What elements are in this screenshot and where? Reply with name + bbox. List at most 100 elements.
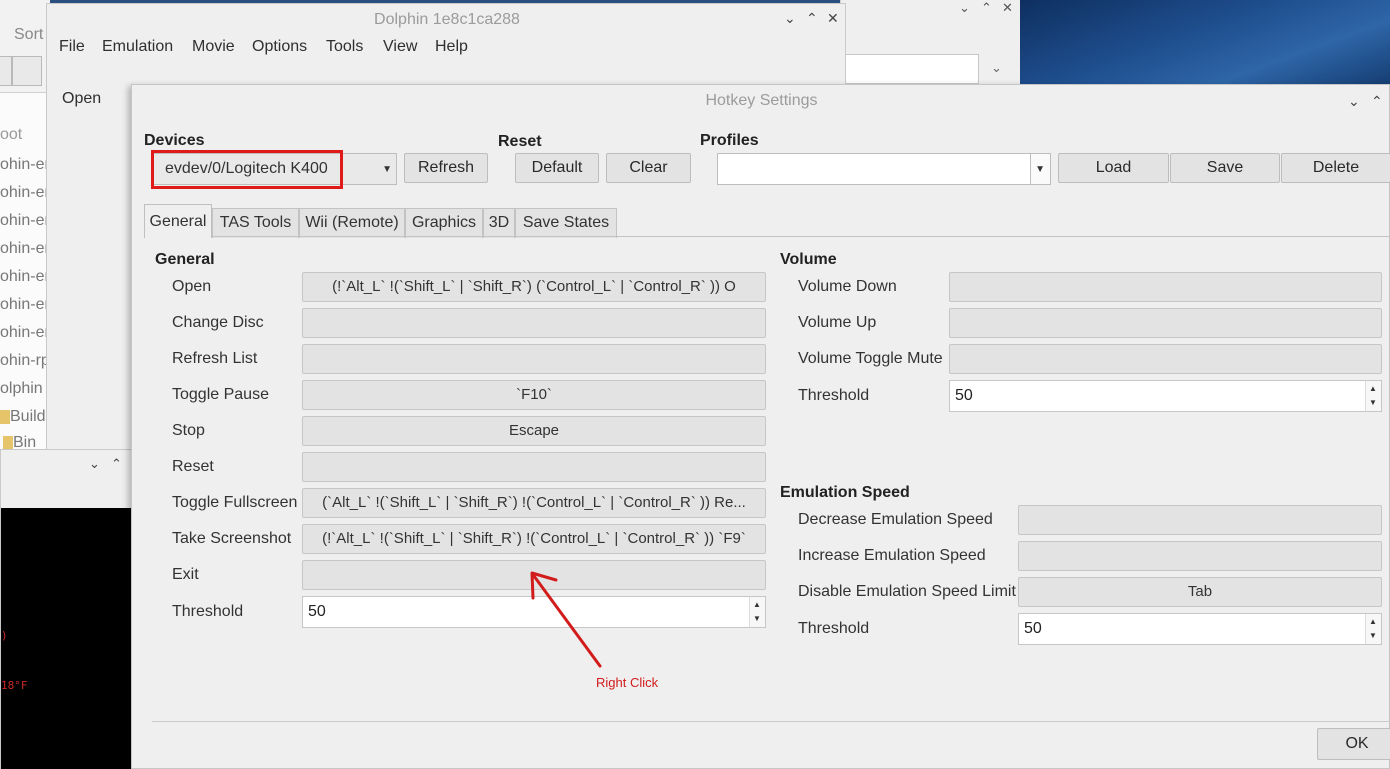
tab-save-states[interactable]: Save States bbox=[515, 208, 617, 238]
close-icon[interactable]: ✕ bbox=[827, 10, 839, 27]
spin-up-icon[interactable]: ▲ bbox=[1369, 384, 1377, 394]
sort-label[interactable]: Sort bbox=[14, 26, 43, 44]
chevron-down-icon[interactable]: ⌄ bbox=[1348, 93, 1360, 110]
annotation-arrow-icon bbox=[530, 571, 602, 668]
clear-button[interactable]: Clear bbox=[606, 153, 691, 183]
ok-button[interactable]: OK bbox=[1317, 728, 1390, 760]
chevron-down-icon[interactable]: ⌄ bbox=[991, 60, 1002, 76]
hotkey-label: Take Screenshot bbox=[172, 530, 292, 547]
hotkey-binding-button[interactable]: Escape bbox=[302, 416, 766, 446]
list-item[interactable]: olphin bbox=[0, 380, 43, 398]
back-window-combo[interactable] bbox=[841, 54, 979, 84]
hotkey-binding-button[interactable] bbox=[1018, 541, 1382, 571]
menu-emulation[interactable]: Emulation bbox=[102, 38, 173, 56]
threshold-spinbox[interactable]: 50 ▲ ▼ bbox=[949, 380, 1382, 412]
menu-movie[interactable]: Movie bbox=[192, 38, 235, 56]
chevron-up-icon[interactable]: ⌃ bbox=[981, 0, 992, 16]
tab-graphics[interactable]: Graphics bbox=[405, 208, 483, 238]
delete-button[interactable]: Delete bbox=[1281, 153, 1390, 183]
hotkey-binding-button[interactable] bbox=[302, 308, 766, 338]
load-button[interactable]: Load bbox=[1058, 153, 1169, 183]
hotkey-label: Change Disc bbox=[172, 314, 264, 331]
hotkey-label: Volume Down bbox=[798, 278, 897, 295]
list-item[interactable]: ohin-rp bbox=[0, 352, 50, 370]
threshold-value: 50 bbox=[955, 387, 973, 404]
chevron-up-icon[interactable]: ⌃ bbox=[806, 10, 818, 27]
save-button[interactable]: Save bbox=[1170, 153, 1280, 183]
file-manager-window: Sort oot ohin-em ohin-em ohin-em ohin-em… bbox=[0, 0, 58, 462]
spin-controls[interactable]: ▲ ▼ bbox=[1365, 614, 1381, 644]
spin-up-icon[interactable]: ▲ bbox=[753, 600, 761, 610]
spin-down-icon[interactable]: ▼ bbox=[753, 614, 761, 624]
spin-up-icon[interactable]: ▲ bbox=[1369, 617, 1377, 627]
hotkey-label: Disable Emulation Speed Limit bbox=[798, 583, 1016, 600]
annotation-text: Right Click bbox=[596, 675, 659, 690]
hotkey-binding-button[interactable] bbox=[302, 452, 766, 482]
tab-wii-remote[interactable]: Wii (Remote) bbox=[299, 208, 405, 238]
profile-dropdown-button[interactable]: ▼ bbox=[1030, 154, 1050, 184]
hotkey-binding-button[interactable]: Tab bbox=[1018, 577, 1382, 607]
tab-3d[interactable]: 3D bbox=[483, 208, 515, 238]
menu-tools[interactable]: Tools bbox=[326, 38, 363, 56]
list-view-icon[interactable] bbox=[12, 56, 42, 86]
hotkey-binding-button[interactable] bbox=[949, 272, 1382, 302]
dialog-title: Hotkey Settings bbox=[705, 92, 818, 109]
hotkey-label: Volume Up bbox=[798, 314, 877, 331]
terminal-window: ⌄ ⌃ ✕ ) 18°F bbox=[0, 449, 150, 769]
hotkey-binding-button[interactable] bbox=[1018, 505, 1382, 535]
profile-combo[interactable]: ▼ bbox=[717, 153, 1051, 185]
hotkey-binding-button[interactable]: (`Alt_L` !(`Shift_L` | `Shift_R`) !(`Con… bbox=[302, 488, 766, 518]
profiles-label: Profiles bbox=[700, 132, 759, 149]
close-icon[interactable]: ✕ bbox=[1002, 0, 1013, 16]
terminal-line: 18°F bbox=[1, 679, 28, 692]
chevron-down-icon[interactable]: ⌄ bbox=[784, 10, 796, 27]
menu-options[interactable]: Options bbox=[252, 38, 307, 56]
hotkey-label: Exit bbox=[172, 566, 199, 583]
default-button[interactable]: Default bbox=[515, 153, 599, 183]
hotkey-label: Increase Emulation Speed bbox=[798, 547, 986, 564]
threshold-value: 50 bbox=[1024, 620, 1042, 637]
spin-down-icon[interactable]: ▼ bbox=[1369, 631, 1377, 641]
hotkey-binding-button[interactable] bbox=[302, 344, 766, 374]
hotkey-binding-button[interactable] bbox=[949, 308, 1382, 338]
refresh-button[interactable]: Refresh bbox=[404, 153, 488, 183]
threshold-label: Threshold bbox=[798, 620, 870, 637]
threshold-value: 50 bbox=[308, 603, 326, 620]
view-button[interactable] bbox=[0, 56, 12, 86]
volume-group-title: Volume bbox=[780, 251, 837, 268]
hotkey-label: Decrease Emulation Speed bbox=[798, 511, 993, 528]
threshold-label: Threshold bbox=[172, 603, 244, 620]
menu-help[interactable]: Help bbox=[435, 38, 468, 56]
reset-label: Reset bbox=[498, 133, 542, 150]
hotkey-binding-button[interactable] bbox=[949, 344, 1382, 374]
hotkey-binding-button[interactable]: `F10` bbox=[302, 380, 766, 410]
window-title: Dolphin 1e8c1ca288 bbox=[374, 11, 520, 28]
hotkey-label: Toggle Fullscreen bbox=[172, 494, 298, 511]
chevron-down-icon[interactable]: ⌄ bbox=[959, 0, 970, 16]
spin-down-icon[interactable]: ▼ bbox=[1369, 398, 1377, 408]
hotkey-binding-button[interactable]: (!`Alt_L` !(`Shift_L` | `Shift_R`) (`Con… bbox=[302, 272, 766, 302]
open-button[interactable]: Open bbox=[62, 90, 101, 108]
spin-controls[interactable]: ▲ ▼ bbox=[749, 597, 765, 627]
column-header[interactable]: oot bbox=[0, 126, 22, 144]
hotkey-binding-button[interactable]: (!`Alt_L` !(`Shift_L` | `Shift_R`) !(`Co… bbox=[302, 524, 766, 554]
chevron-up-icon[interactable]: ⌃ bbox=[111, 456, 122, 472]
hotkey-label: Stop bbox=[172, 422, 205, 439]
hotkey-label: Refresh List bbox=[172, 350, 258, 367]
menu-view[interactable]: View bbox=[383, 38, 417, 56]
list-item[interactable]: Build bbox=[0, 408, 46, 426]
chevron-up-icon[interactable]: ⌃ bbox=[1371, 93, 1383, 110]
dropdown-arrow-icon: ▼ bbox=[382, 164, 392, 175]
menu-file[interactable]: File bbox=[59, 38, 85, 56]
tab-general[interactable]: General bbox=[144, 204, 212, 238]
terminal-line: ) bbox=[1, 629, 8, 642]
emulation-speed-group-title: Emulation Speed bbox=[780, 484, 910, 501]
hotkey-label: Volume Toggle Mute bbox=[798, 350, 943, 367]
devices-label: Devices bbox=[144, 132, 205, 149]
tab-tas-tools[interactable]: TAS Tools bbox=[212, 208, 299, 238]
spin-controls[interactable]: ▲ ▼ bbox=[1365, 381, 1381, 411]
chevron-down-icon[interactable]: ⌄ bbox=[89, 456, 100, 472]
threshold-spinbox[interactable]: 50 ▲ ▼ bbox=[1018, 613, 1382, 645]
hotkey-label: Reset bbox=[172, 458, 214, 475]
terminal-screen[interactable]: ) 18°F bbox=[1, 508, 137, 769]
